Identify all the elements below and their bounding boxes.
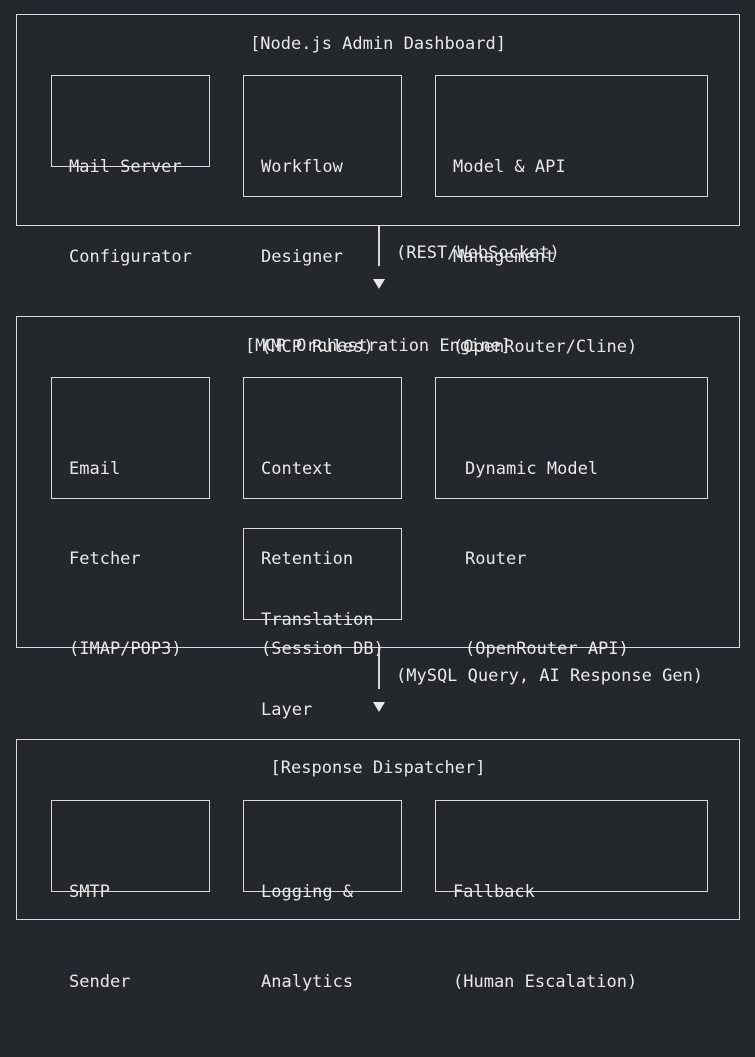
box-line: (OpenRouter API) xyxy=(465,639,629,659)
box-text: Email Fetcher (IMAP/POP3) xyxy=(69,394,182,724)
section-title: [Response Dispatcher] xyxy=(270,758,486,778)
box-line: Logging & xyxy=(261,882,354,902)
box-dynamic-model-router: Dynamic Model Router (OpenRouter API) xyxy=(435,377,708,659)
section-admin-dashboard: [Node.js Admin Dashboard] Mail Server Co… xyxy=(16,14,740,357)
box-context-retention: Context Retention (Session DB) xyxy=(243,377,402,659)
box-line: Analytics xyxy=(261,972,354,992)
arrow-down-icon xyxy=(373,702,385,712)
section-mcp-orchestration-engine: [MCP Orchestration Engine] Email Fetcher… xyxy=(16,316,740,720)
box-line: Dynamic Model xyxy=(465,459,599,479)
box-text: SMTP Sender xyxy=(69,817,151,1057)
box-line: SMTP xyxy=(69,882,110,902)
box-line: Model & API xyxy=(453,157,566,177)
connector-line xyxy=(378,226,380,266)
box-model-api-management: Model & API Management (OpenRouter/Cline… xyxy=(435,75,708,357)
box-line: Context xyxy=(261,459,333,479)
box-text: Mail Server Configurator xyxy=(69,92,192,332)
box-text: Logging & Analytics xyxy=(261,817,353,1057)
connector-line xyxy=(378,648,380,689)
section-title: [MCP Orchestration Engine] xyxy=(244,336,512,356)
box-text: Fallback (Human Escalation) xyxy=(453,817,637,1057)
connector-label-rest-websocket: (REST/WebSocket) xyxy=(396,243,560,263)
box-smtp-sender: SMTP Sender xyxy=(51,800,210,992)
box-logging-analytics: Logging & Analytics xyxy=(243,800,402,992)
box-mail-server-configurator: Mail Server Configurator xyxy=(51,75,210,267)
box-line: Mail Server xyxy=(69,157,182,177)
box-line: Designer xyxy=(261,247,343,267)
box-translation-layer: Translation Layer xyxy=(243,528,402,720)
box-line: Sender xyxy=(69,972,131,992)
box-line: Fallback xyxy=(453,882,535,902)
section-response-dispatcher: [Response Dispatcher] SMTP Sender Loggin… xyxy=(16,739,740,992)
box-email-fetcher: Email Fetcher (IMAP/POP3) xyxy=(51,377,210,659)
box-line: Workflow xyxy=(261,157,343,177)
box-line: Fetcher xyxy=(69,549,141,569)
connector-label-mysql-query: (MySQL Query, AI Response Gen) xyxy=(396,666,704,686)
box-workflow-designer: Workflow Designer (MCP Rules) xyxy=(243,75,402,357)
arrow-down-icon xyxy=(373,279,385,289)
section-title: [Node.js Admin Dashboard] xyxy=(250,34,506,54)
box-line: Translation xyxy=(261,610,374,630)
box-line: Configurator xyxy=(69,247,192,267)
box-line: (IMAP/POP3) xyxy=(69,639,182,659)
box-line: (Human Escalation) xyxy=(453,972,638,992)
box-line: Router xyxy=(465,549,527,569)
architecture-diagram: [Node.js Admin Dashboard] Mail Server Co… xyxy=(0,0,755,992)
box-fallback-human-escalation: Fallback (Human Escalation) xyxy=(435,800,708,992)
box-line: Email xyxy=(69,459,121,479)
box-line: Layer xyxy=(261,700,313,720)
